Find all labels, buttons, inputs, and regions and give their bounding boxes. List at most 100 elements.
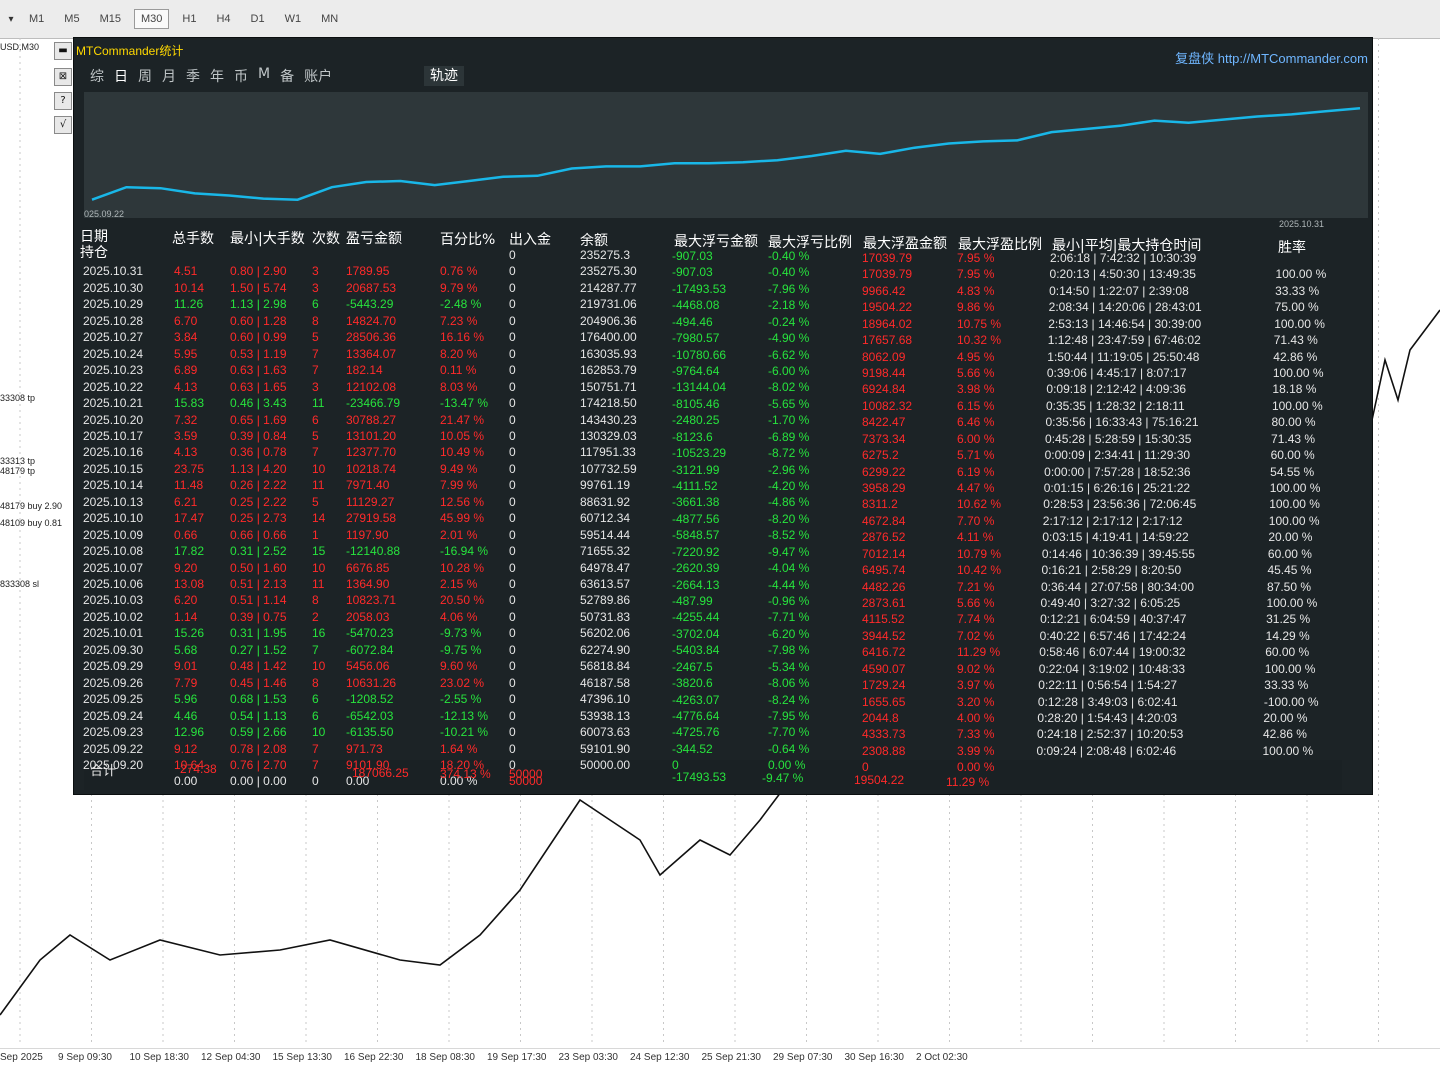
cell-date: 2025.10.17 (83, 428, 144, 443)
tab-3[interactable]: 月 (162, 66, 176, 86)
settings-icon[interactable]: ⊠ (54, 68, 72, 86)
tab-1[interactable]: 日 (114, 66, 128, 86)
cell-mflp: -6.62 % (768, 347, 810, 362)
cell-count: 11 (312, 577, 325, 591)
cell-mfl: -4776.64 (672, 709, 720, 724)
cell-mfl: -8105.46 (672, 396, 720, 411)
cell-io: 0 (509, 626, 516, 641)
cell-time: 2:06:18 | 7:42:32 | 10:30:39 (1050, 251, 1197, 265)
cell-bal: 107732.59 (580, 461, 637, 476)
cell-minmax: 0.63 | 1.65 (230, 379, 287, 394)
cell-date: 2025.10.31 (83, 264, 144, 279)
cell-mfp: 1655.65 (862, 694, 906, 709)
cell-time: 0:00:09 | 2:34:41 | 11:29:30 (1044, 448, 1191, 463)
cell-io: 0 (509, 248, 516, 262)
cell-bal: 143430.23 (580, 412, 637, 427)
tab-4[interactable]: 季 (186, 66, 200, 86)
tab-6[interactable]: 币 (234, 66, 248, 86)
cell-mfl: -4255.44 (672, 610, 720, 625)
cell-mfp: 1729.24 (862, 678, 906, 693)
header-pct: 百分比% (440, 232, 496, 248)
cell-mfpp: 11.29 % (957, 645, 1001, 660)
cell-io: 0 (509, 396, 516, 411)
cell-mfl: -4468.08 (672, 298, 720, 313)
cell-mfl: -5848.57 (672, 528, 720, 543)
cell-mfpp: 10.42 % (957, 563, 1002, 578)
cell-mflp: -5.65 % (768, 396, 810, 411)
cell-mfp: 17039.79 (862, 251, 913, 265)
table-row: 2025.10.23 6.89 0.63 | 1.63 7 182.14 0.11 % 0 1… (80, 363, 1360, 380)
cell-mflp: -0.40 % (768, 265, 810, 280)
cell-win: 80.00 % (1271, 415, 1316, 430)
cell-count: 5 (312, 330, 319, 345)
close-icon[interactable]: ▬ (54, 42, 72, 60)
cell-mfl: -2620.39 (672, 561, 720, 576)
tab-2[interactable]: 周 (138, 66, 152, 86)
cell-win: 100.00 % (1271, 398, 1323, 413)
cell-mfp: 7012.14 (862, 546, 906, 561)
time-axis-label: 23 Sep 03:30 (558, 1052, 619, 1063)
cell-minmax: 0.66 | 0.66 (230, 527, 287, 542)
tab-track[interactable]: 轨迹 (424, 66, 464, 86)
cell-bal: 56818.84 (580, 659, 631, 674)
cell-mflp: -0.64 % (768, 741, 810, 756)
cell-io: 0 (509, 741, 516, 756)
cell-win: 54.55 % (1270, 464, 1315, 479)
tab-5[interactable]: 年 (210, 66, 224, 86)
cell-bal: 50731.83 (580, 609, 631, 624)
cell-minmax: 0.78 | 2.08 (230, 741, 287, 756)
cell-lots: 17.82 (174, 544, 205, 559)
cell-bal: 117951.33 (580, 445, 636, 460)
cell-pnl: 11129.27 (346, 494, 395, 509)
table-row: 2025.10.13 6.21 0.25 | 2.22 5 11129.27 12.56 … (80, 494, 1360, 512)
brand-link[interactable]: 复盘侠 http://MTCommander.com (1175, 48, 1368, 67)
table-row: 2025.10.06 13.08 0.51 | 2.13 11 1364.90 2.15 … (80, 577, 1360, 594)
cell-mflp: -6.00 % (768, 364, 810, 378)
cell-minmax: 0.76 | 2.70 (230, 757, 287, 772)
cell-date: 2025.10.10 (83, 511, 144, 526)
cell-time: 0:00:00 | 7:57:28 | 18:52:36 (1044, 464, 1191, 479)
cell-time: 1:12:48 | 23:47:59 | 67:46:02 (1047, 333, 1201, 348)
cell-minmax: 0.46 | 3.43 (230, 396, 287, 411)
cell-pct: 4.06 % (440, 609, 478, 624)
table-row: 2025.10.02 1.14 0.39 | 0.75 2 2058.03 4.06 % 0… (80, 609, 1360, 627)
tab-8[interactable]: 备 (280, 66, 294, 86)
cell-date: 2025.10.28 (83, 313, 144, 328)
cell-bal: 46187.58 (580, 675, 631, 690)
cell-mfp: 6416.72 (862, 645, 906, 660)
cell-pct: 0.11 % (440, 363, 477, 378)
check-icon[interactable]: √ (54, 116, 72, 134)
cell-mfp: 3958.29 (862, 481, 906, 496)
cell-date: 2025.10.27 (83, 330, 144, 345)
cell-lots: 5.68 (174, 642, 198, 657)
cell-io: 0 (509, 346, 516, 361)
cell-mfp: 2873.61 (862, 596, 906, 611)
cell-lots: 6.20 (174, 593, 198, 608)
time-axis-label: 19 Sep 17:30 (487, 1052, 547, 1063)
cell-pct: 7.99 % (440, 478, 478, 493)
cell-count: 10 (312, 560, 326, 575)
cell-date: 2025.10.23 (83, 363, 144, 378)
cell-date: 2025.10.15 (83, 461, 144, 476)
cell-mflp: -0.24 % (768, 314, 810, 329)
time-axis-label: 24 Sep 12:30 (630, 1052, 690, 1063)
time-axis-label: 15 Sep 13:30 (272, 1052, 333, 1063)
header-balance: 余额 (580, 233, 608, 249)
cell-mfl: -3121.99 (672, 462, 720, 477)
cell-minmax: 0.54 | 1.13 (230, 708, 287, 723)
cell-minmax: 0.31 | 2.52 (230, 544, 287, 559)
cell-io: 0 (509, 511, 516, 526)
tab-9[interactable]: 账户 (304, 66, 332, 86)
cell-lots: 0.00 (174, 774, 198, 789)
cell-mflp: -0.40 % (768, 249, 810, 263)
cell-io: 0 (509, 675, 516, 690)
cell-time: 2:53:13 | 14:46:54 | 30:39:00 (1048, 316, 1202, 331)
help-icon[interactable]: ? (54, 92, 72, 110)
cell-mfl: -3661.38 (672, 495, 720, 510)
cell-time: 0:40:22 | 6:57:46 | 17:42:24 (1039, 628, 1186, 643)
tab-7[interactable]: M (258, 66, 270, 86)
cell-io: 0 (509, 264, 516, 279)
cell-minmax: 0.53 | 1.19 (230, 346, 287, 361)
tab-0[interactable]: 综 (90, 66, 104, 86)
cell-io: 0 (509, 297, 516, 312)
